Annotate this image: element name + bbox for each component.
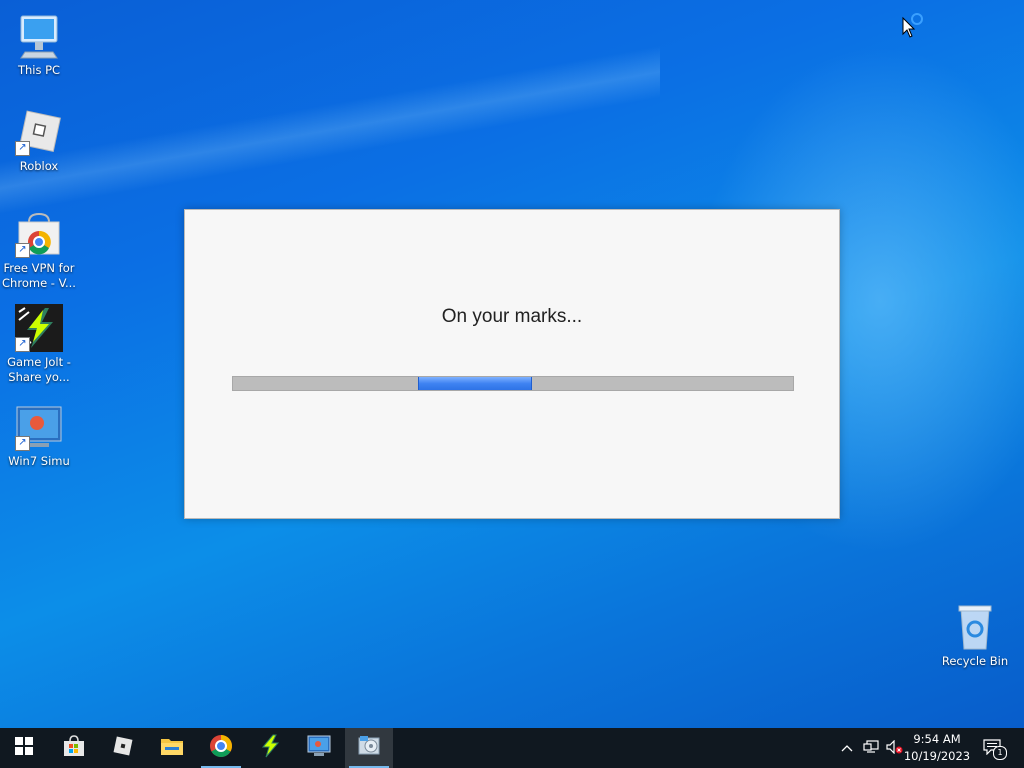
shortcut-arrow-icon: ↗ xyxy=(15,436,30,451)
progress-indicator xyxy=(417,377,532,390)
desktop-icon-label: Recycle Bin xyxy=(941,654,1009,668)
busy-cursor-icon xyxy=(902,12,926,42)
desktop-icon-label: This PC xyxy=(17,63,61,77)
desktop-icon-win7-simu[interactable]: ↗ Win7 Simu xyxy=(1,403,77,469)
taskbar-game-jolt[interactable] xyxy=(246,728,294,768)
roblox-icon xyxy=(112,735,134,761)
taskbar-microsoft-store[interactable] xyxy=(50,728,98,768)
taskbar-file-explorer[interactable] xyxy=(148,728,196,768)
clock-time: 9:54 AM xyxy=(913,732,961,746)
show-hidden-icons-button[interactable] xyxy=(836,728,858,768)
clock-date: 10/19/2023 xyxy=(903,749,971,763)
chevron-up-icon xyxy=(841,741,853,755)
desktop-icon-label: Free VPN for Chrome - V... xyxy=(2,261,76,290)
desktop-icon-label: Win7 Simu xyxy=(8,454,70,468)
taskbar-roblox[interactable] xyxy=(99,728,147,768)
desktop-icon-roblox[interactable]: ↗ Roblox xyxy=(1,108,77,174)
taskbar: 9:54 AM 10/19/2023 1 xyxy=(0,728,1024,768)
computer-icon xyxy=(15,12,63,60)
taskbar-clock[interactable]: 9:54 AM 10/19/2023 xyxy=(902,731,972,765)
notification-icon: 1 xyxy=(983,739,1007,760)
loading-dialog: On your marks... xyxy=(184,209,840,519)
action-center-button[interactable]: 1 xyxy=(978,728,1008,768)
roblox-icon: ↗ xyxy=(15,108,63,156)
game-jolt-icon xyxy=(258,734,282,762)
desktop-icon-this-pc[interactable]: This PC xyxy=(1,12,77,78)
loading-message: On your marks... xyxy=(441,306,583,327)
desktop-icon-label: Roblox xyxy=(19,159,59,173)
desktop-icon-recycle-bin[interactable]: Recycle Bin xyxy=(937,603,1013,669)
taskbar-win7-simu[interactable] xyxy=(295,728,343,768)
notification-count-badge: 1 xyxy=(993,746,1007,760)
start-icon xyxy=(15,737,33,759)
shortcut-arrow-icon: ↗ xyxy=(15,141,30,156)
chrome-webstore-icon: ↗ xyxy=(15,210,63,258)
win7-simu-icon xyxy=(307,735,331,761)
chrome-icon xyxy=(209,734,233,762)
start-button[interactable] xyxy=(0,728,48,768)
loading-progress-bar xyxy=(232,376,794,391)
desktop-icon-game-jolt[interactable]: ↗ Game Jolt - Share yo... xyxy=(1,304,77,385)
network-button[interactable] xyxy=(860,728,882,768)
file-explorer-icon xyxy=(160,736,184,760)
desktop-icon-label: Game Jolt - Share yo... xyxy=(7,355,71,384)
microsoft-store-icon xyxy=(63,735,85,761)
taskbar-loading-app[interactable] xyxy=(345,728,393,768)
shortcut-arrow-icon: ↗ xyxy=(15,337,30,352)
network-icon xyxy=(863,739,879,757)
desktop-icon-free-vpn[interactable]: ↗ Free VPN for Chrome - V... xyxy=(1,210,77,291)
taskbar-chrome[interactable] xyxy=(197,728,245,768)
recycle-bin-icon xyxy=(951,603,999,651)
shortcut-arrow-icon: ↗ xyxy=(15,243,30,258)
win7-simu-icon: ↗ xyxy=(15,403,63,451)
game-jolt-icon: ↗ xyxy=(15,304,63,352)
loading-app-icon xyxy=(357,734,381,762)
